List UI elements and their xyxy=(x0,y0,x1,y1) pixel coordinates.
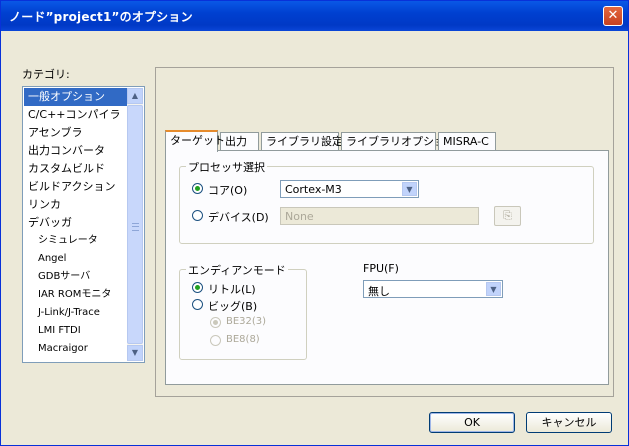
device-field: None xyxy=(280,207,479,225)
tab-misra-c[interactable]: MISRA-C xyxy=(438,132,496,151)
device-radio[interactable] xyxy=(192,210,203,221)
tab-library-options[interactable]: ライブラリオプション xyxy=(341,132,456,151)
little-endian-radio[interactable] xyxy=(192,282,203,293)
category-item[interactable]: シミュレータ xyxy=(24,232,128,250)
category-item[interactable]: J-Link/J-Trace xyxy=(24,304,128,322)
category-item[interactable]: Macraigor xyxy=(24,340,128,358)
tab-page-target: プロセッサ選択 コア(O) Cortex-M3 ▼ デバイス(D) None ⎘… xyxy=(165,150,609,385)
scroll-down-icon[interactable]: ▼ xyxy=(127,345,143,361)
category-label: カテゴリ: xyxy=(22,68,70,81)
endian-group: エンディアンモード リトル(L) ビッグ(B) BE32(3) BE8(8) xyxy=(179,262,307,360)
core-label[interactable]: コア(O) xyxy=(208,182,247,198)
be32-label: BE32(3) xyxy=(226,316,267,327)
fpu-value: 無し xyxy=(368,285,390,298)
core-select[interactable]: Cortex-M3 ▼ xyxy=(280,180,419,198)
category-list[interactable]: 一般オプション C/C++コンパイラ アセンブラ 出力コンバータ カスタムビルド ビルドア… xyxy=(22,86,145,363)
endian-group-label: エンディアンモード xyxy=(186,262,288,278)
core-value: Cortex-M3 xyxy=(285,183,342,196)
processor-group-label: プロセッサ選択 xyxy=(186,159,267,175)
category-item[interactable]: ビルドアクション xyxy=(24,178,128,196)
category-item[interactable]: 一般オプション xyxy=(24,88,128,106)
category-item[interactable]: デバッガ xyxy=(24,214,128,232)
title-bar[interactable]: ノード”project1”のオプション ✕ xyxy=(1,1,628,31)
category-item[interactable]: 出力コンバータ xyxy=(24,142,128,160)
be8-radio xyxy=(210,335,221,346)
big-endian-radio[interactable] xyxy=(192,299,203,310)
ok-button[interactable]: OK xyxy=(429,412,515,433)
little-endian-label[interactable]: リトル(L) xyxy=(208,281,256,297)
category-item[interactable]: カスタムビルド xyxy=(24,160,128,178)
be8-label: BE8(8) xyxy=(226,334,260,345)
category-scrollbar[interactable]: ▲ ▼ xyxy=(127,88,143,361)
chevron-down-icon[interactable]: ▼ xyxy=(486,282,501,296)
core-radio[interactable] xyxy=(192,183,203,194)
category-item[interactable]: C/C++コンパイラ xyxy=(24,106,128,124)
cancel-button[interactable]: キャンセル xyxy=(526,412,612,433)
category-item[interactable]: GDBサーバ xyxy=(24,268,128,286)
processor-group: プロセッサ選択 コア(O) Cortex-M3 ▼ デバイス(D) None ⎘ xyxy=(179,159,594,244)
tab-library-config[interactable]: ライブラリ設定 xyxy=(261,132,343,151)
fpu-label: FPU(F) xyxy=(363,262,399,275)
category-item[interactable]: Angel xyxy=(24,250,128,268)
category-item[interactable]: アセンブラ xyxy=(24,124,128,142)
device-label[interactable]: デバイス(D) xyxy=(208,209,269,225)
tab-target[interactable]: ターゲット xyxy=(165,130,225,152)
options-dialog: ノード”project1”のオプション ✕ カテゴリ: 一般オプション C/C++… xyxy=(0,0,629,446)
be32-radio xyxy=(210,317,221,328)
close-icon[interactable]: ✕ xyxy=(603,6,623,26)
category-item[interactable]: リンカ xyxy=(24,196,128,214)
category-item[interactable]: IAR ROMモニタ xyxy=(24,286,128,304)
category-item[interactable]: LMI FTDI xyxy=(24,322,128,340)
fpu-select[interactable]: 無し ▼ xyxy=(363,280,503,298)
tab-output[interactable]: 出力 xyxy=(220,132,259,151)
category-items: 一般オプション C/C++コンパイラ アセンブラ 出力コンバータ カスタムビルド ビルドア… xyxy=(24,88,128,358)
dialog-title: ノード”project1”のオプション xyxy=(9,10,193,24)
device-browse-icon: ⎘ xyxy=(494,206,521,226)
big-endian-label[interactable]: ビッグ(B) xyxy=(208,298,257,314)
scroll-up-icon[interactable]: ▲ xyxy=(127,88,143,104)
scroll-thumb[interactable] xyxy=(127,105,143,344)
chevron-down-icon[interactable]: ▼ xyxy=(402,182,417,196)
